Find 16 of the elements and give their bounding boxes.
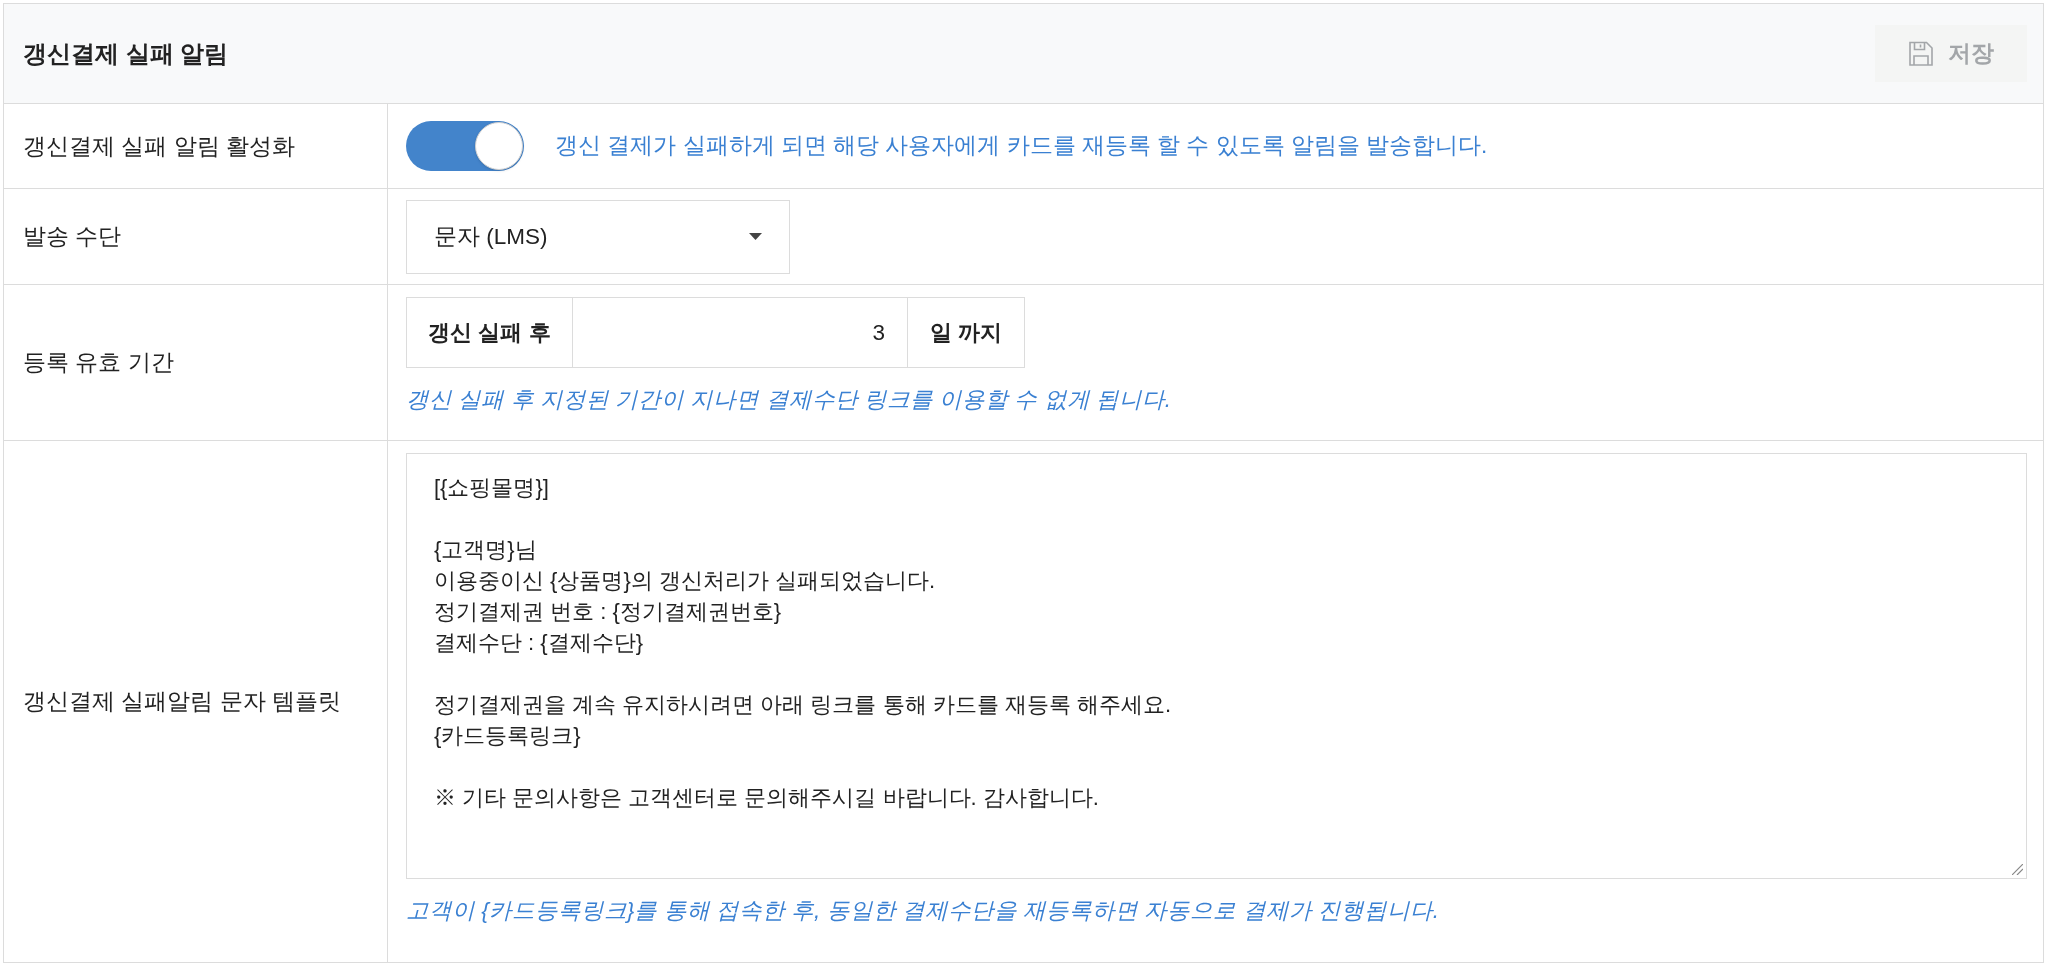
prefix-label: 갱신 실패 후 xyxy=(406,297,573,368)
select-field[interactable]: 문자 (LMS) xyxy=(406,199,790,274)
template-textarea[interactable]: [{쇼핑몰명}] {고객명}님 이용중이신 {상품명}의 갱신처리가 실패되었습니다. 정기결제권 번호 : {정기결제권번호} 결제수단 : {결제수단} 정기결제권을 계속 유지하시려면 아래 링크를 통해 카드를 재등록 해주세요. {카드등록링크} ※ 기타 문의사항은 고객센터로 문의해주시길 바랍니다. 감사합니다. xyxy=(406,453,2027,879)
row-label: 갱신결제 실패 알림 활성화 xyxy=(23,131,296,161)
help-text: 갱신 실패 후 지정된 기간이 지나면 결제수단 링크를 이용할 수 없게 됩니다. xyxy=(406,386,1171,414)
help-text: 고객이 {카드등록링크}를 통해 접속한 후, 동일한 결제수단을 재등록하면 자동으로 결제가 진행됩니다. xyxy=(406,897,1440,925)
description-text: 갱신 결제가 실패하게 되면 해당 사용자에게 카드를 재등록 할 수 있도록 알림을 발송합니다. xyxy=(555,132,1488,161)
suffix-label: 일 까지 xyxy=(907,297,1025,368)
row-label: 갱신결제 실패알림 문자 템플릿 xyxy=(23,687,342,717)
resize-handle-icon[interactable] xyxy=(2012,864,2023,875)
panel-title: 갱신결제 실패 알림 xyxy=(23,38,229,69)
row-label: 등록 유효 기간 xyxy=(23,348,174,378)
row-label: 발송 수단 xyxy=(23,222,122,252)
days-input[interactable]: 3 xyxy=(573,297,907,368)
toggle-switch[interactable] xyxy=(406,121,524,171)
caret-down-icon xyxy=(749,233,762,240)
